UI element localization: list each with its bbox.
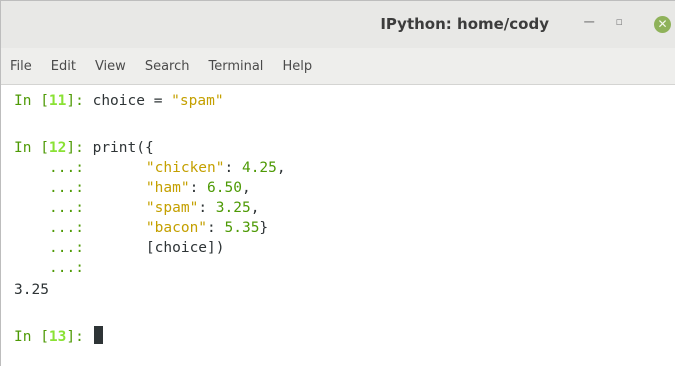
dict-value: 5.35 <box>224 220 260 236</box>
continuation-line: ...: "spam": 3.25, <box>14 198 259 218</box>
dict-key: "spam" <box>145 200 199 216</box>
menu-file[interactable]: File <box>10 59 32 74</box>
separator: : <box>224 160 242 176</box>
separator: : <box>207 220 225 236</box>
code: choice = <box>92 93 172 109</box>
output-value: 3.25 <box>14 282 49 298</box>
continuation-prompt: ...: <box>49 220 84 236</box>
dict-key: "chicken" <box>145 160 225 176</box>
continuation-prompt: ...: <box>49 260 84 276</box>
text-cursor <box>93 326 103 344</box>
punct: , <box>250 200 260 216</box>
terminal-window: IPython: home/cody − ▫ ✕ File Edit View … <box>0 0 675 366</box>
separator: : <box>198 200 216 216</box>
prompt-close: ]: <box>66 140 93 156</box>
menu-bar: File Edit View Search Terminal Help <box>1 48 675 85</box>
continuation-line: ...: <box>14 258 84 278</box>
dict-key: "ham" <box>145 180 190 196</box>
prompt-open: In [ <box>14 93 49 109</box>
dict-value: 3.25 <box>215 200 251 216</box>
continuation-prompt: ...: <box>49 200 84 216</box>
input-line-13: In [13]: <box>14 326 103 346</box>
prompt-number: 13 <box>48 329 67 345</box>
menu-search[interactable]: Search <box>145 59 190 74</box>
punct: , <box>276 160 286 176</box>
dict-value: 4.25 <box>241 160 277 176</box>
continuation-line: ...: [choice]) <box>14 238 225 258</box>
punct: } <box>259 220 269 236</box>
menu-view[interactable]: View <box>95 59 126 74</box>
continuation-prompt: ...: <box>49 160 84 176</box>
continuation-prompt: ...: <box>49 180 84 196</box>
continuation-prompt: ...: <box>49 240 84 256</box>
menu-edit[interactable]: Edit <box>51 59 76 74</box>
prompt-open: In [ <box>14 329 49 345</box>
continuation-line: ...: "ham": 6.50, <box>14 178 251 198</box>
prompt-number: 11 <box>48 93 67 109</box>
maximize-icon[interactable]: ▫ <box>616 15 623 28</box>
prompt-open: In [ <box>14 140 49 156</box>
minimize-icon[interactable]: − <box>583 12 596 31</box>
continuation-line: ...: "chicken": 4.25, <box>14 158 286 178</box>
continuation-line: ...: "bacon": 5.35} <box>14 218 268 238</box>
prompt-close: ]: <box>66 329 93 345</box>
punct: , <box>241 180 251 196</box>
prompt-close: ]: <box>66 93 93 109</box>
close-icon[interactable]: ✕ <box>654 16 671 33</box>
menu-help[interactable]: Help <box>282 59 312 74</box>
dict-value: 6.50 <box>207 180 242 196</box>
code: print({ <box>92 140 154 156</box>
dict-key: "bacon" <box>145 220 208 236</box>
string-literal: "spam" <box>171 93 224 109</box>
separator: : <box>189 180 208 196</box>
window-title: IPython: home/cody <box>380 15 549 33</box>
terminal-output[interactable]: In [11]: choice = "spam" In [12]: print(… <box>1 85 675 366</box>
index-expression: [choice]) <box>145 240 225 256</box>
title-bar[interactable]: IPython: home/cody − ▫ ✕ <box>1 1 675 48</box>
input-line-12: In [12]: print({ <box>14 138 154 158</box>
menu-terminal[interactable]: Terminal <box>208 59 263 74</box>
input-line-11: In [11]: choice = "spam" <box>14 91 224 111</box>
prompt-number: 12 <box>48 140 67 156</box>
